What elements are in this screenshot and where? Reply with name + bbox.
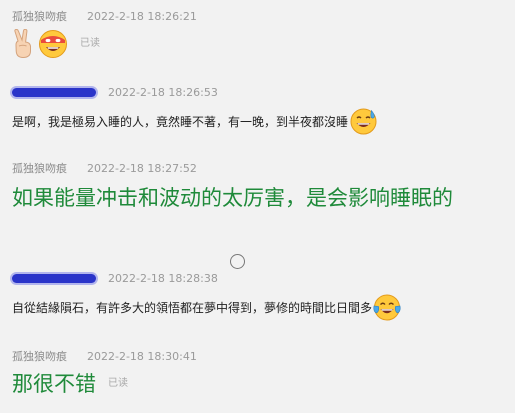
message-2: 2022-2-18 18:26:53 是啊，我是極易入睡的人，竟然睡不著，有一晚… [12,84,507,135]
redacted-sender-name [12,273,96,283]
message-header: 孤独狼吻痕 2022-2-18 18:26:21 [12,8,507,24]
redacted-sender-name [12,87,96,97]
message-text: 是啊，我是極易入睡的人，竟然睡不著，有一晚，到半夜都沒睡 [12,114,349,129]
message-text: 如果能量冲击和波动的太厉害，是会影响睡眠的 [12,186,453,210]
message-header: 孤独狼吻痕 2022-2-18 18:30:41 [12,348,507,364]
message-header: 2022-2-18 18:26:53 [12,84,507,100]
sender-name[interactable]: 孤独狼吻痕 [12,160,67,176]
message-body: 那很不错 已读 [12,368,507,400]
message-4: 2022-2-18 18:28:38 自從結緣隕石，有許多大的領悟都在夢中得到，… [12,270,507,321]
timestamp: 2022-2-18 18:26:21 [87,9,197,23]
timestamp: 2022-2-18 18:28:38 [108,271,218,285]
timestamp: 2022-2-18 18:27:52 [87,161,197,175]
timestamp: 2022-2-18 18:30:41 [87,349,197,363]
read-status: 已读 [108,378,128,389]
message-text: 那很不错 [12,372,96,396]
chat-transcript: 孤独狼吻痕 2022-2-18 18:26:21 已读 2022-2-18 18… [0,0,515,413]
victory-hand-icon [12,29,36,59]
timestamp: 2022-2-18 18:26:53 [108,85,218,99]
message-header: 孤独狼吻痕 2022-2-18 18:27:52 [12,160,507,176]
message-1: 孤独狼吻痕 2022-2-18 18:26:21 已读 [12,8,507,60]
sender-name[interactable]: 孤独狼吻痕 [12,348,67,364]
message-text: 自從結緣隕石，有許多大的領悟都在夢中得到，夢修的時間比日間多 [12,300,373,315]
message-body: 已读 [12,28,507,60]
message-3: 孤独狼吻痕 2022-2-18 18:27:52 如果能量冲击和波动的太厉害，是… [12,160,507,214]
sweat-smile-icon [350,108,377,135]
tears-of-joy-icon [373,294,401,321]
grinning-face-icon [38,29,68,59]
message-body: 如果能量冲击和波动的太厉害，是会影响睡眠的 [12,182,502,214]
read-status: 已读 [80,38,100,49]
message-body: 自從結緣隕石，有許多大的領悟都在夢中得到，夢修的時間比日間多 [12,294,507,321]
message-header: 2022-2-18 18:28:38 [12,270,507,286]
scroll-indicator-icon[interactable] [230,254,245,269]
sender-name[interactable]: 孤独狼吻痕 [12,8,67,24]
message-body: 是啊，我是極易入睡的人，竟然睡不著，有一晚，到半夜都沒睡 [12,108,507,135]
message-5: 孤独狼吻痕 2022-2-18 18:30:41 那很不错 已读 [12,348,507,400]
